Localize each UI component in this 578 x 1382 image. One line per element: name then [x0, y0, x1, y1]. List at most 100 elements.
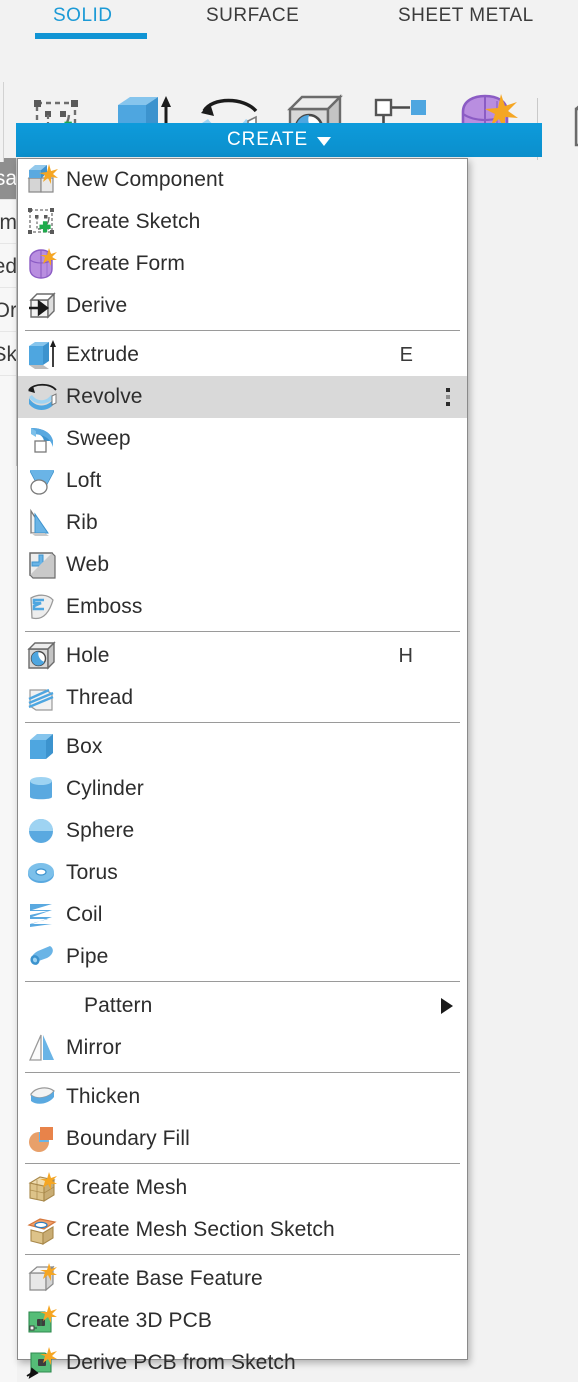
- ribbon-toolbar: [0, 40, 578, 162]
- menu-separator: [25, 1254, 460, 1255]
- menu-item-label: Derive PCB from Sketch: [66, 1351, 296, 1374]
- menu-item-derive-pcb-from-sketch[interactable]: Derive PCB from Sketch: [18, 1342, 467, 1382]
- create-dropdown-menu[interactable]: New Component Create Sketch Create Form Der…: [17, 158, 468, 1379]
- menu-item-label: Create Form: [66, 252, 185, 275]
- create-3d-pcb-icon: [25, 1304, 59, 1338]
- menu-item-torus[interactable]: Torus: [18, 852, 467, 894]
- revolve-icon: [25, 380, 59, 414]
- menu-item-create-base-feature[interactable]: Create Base Feature: [18, 1258, 467, 1300]
- menu-item-pipe[interactable]: Pipe: [18, 936, 467, 978]
- menu-item-label: Create Sketch: [66, 210, 201, 233]
- more-options-icon[interactable]: [446, 388, 450, 406]
- menu-item-emboss[interactable]: Emboss: [18, 586, 467, 628]
- menu-item-label: Thread: [66, 686, 134, 709]
- menu-item-sphere[interactable]: Sphere: [18, 810, 467, 852]
- menu-item-label: Coil: [66, 903, 103, 926]
- browser-row[interactable]: Sk: [0, 334, 16, 376]
- menu-item-label: Hole: [66, 644, 110, 667]
- create-base-feature-icon: [25, 1262, 59, 1296]
- browser-row[interactable]: Or: [0, 290, 16, 332]
- menu-item-hole[interactable]: Hole H: [18, 635, 467, 677]
- web-icon: [25, 548, 59, 582]
- menu-separator: [25, 722, 460, 723]
- partial-cube-icon: [572, 95, 578, 151]
- ribbon-next-panel-button[interactable]: [556, 86, 578, 160]
- menu-item-web[interactable]: Web: [18, 544, 467, 586]
- menu-item-label: Sweep: [66, 427, 131, 450]
- menu-item-label: New Component: [66, 168, 224, 191]
- create-mesh-icon: [25, 1171, 59, 1205]
- menu-item-derive[interactable]: Derive: [18, 285, 467, 327]
- menu-item-cylinder[interactable]: Cylinder: [18, 768, 467, 810]
- derive-icon: [25, 289, 59, 323]
- menu-item-extrude[interactable]: Extrude E: [18, 334, 467, 376]
- hole-icon: [25, 639, 59, 673]
- menu-separator: [25, 1072, 460, 1073]
- ribbon-left-edge: [0, 82, 4, 162]
- menu-item-thread[interactable]: Thread: [18, 677, 467, 719]
- menu-separator: [25, 631, 460, 632]
- menu-item-label: Boundary Fill: [66, 1127, 190, 1150]
- menu-item-boundary-fill[interactable]: Boundary Fill: [18, 1118, 467, 1160]
- menu-item-create-form[interactable]: Create Form: [18, 243, 467, 285]
- menu-item-label: Create Mesh: [66, 1176, 188, 1199]
- menu-item-rib[interactable]: Rib: [18, 502, 467, 544]
- menu-item-label: Emboss: [66, 595, 143, 618]
- menu-item-sweep[interactable]: Sweep: [18, 418, 467, 460]
- browser-row[interactable]: m: [0, 202, 16, 244]
- sweep-icon: [25, 422, 59, 456]
- menu-item-shortcut: H: [398, 644, 413, 667]
- menu-separator: [25, 981, 460, 982]
- menu-item-label: Rib: [66, 511, 98, 534]
- browser-row[interactable]: sa: [0, 158, 16, 200]
- ribbon-tab-surface[interactable]: SURFACE: [206, 5, 299, 27]
- sphere-icon: [25, 814, 59, 848]
- ribbon-tab-sheet-metal[interactable]: SHEET METAL: [398, 5, 534, 27]
- menu-item-new-component[interactable]: New Component: [18, 159, 467, 201]
- menu-item-label: Derive: [66, 294, 128, 317]
- menu-item-box[interactable]: Box: [18, 726, 467, 768]
- menu-item-create-3d-pcb[interactable]: Create 3D PCB: [18, 1300, 467, 1342]
- menu-item-mirror[interactable]: Mirror: [18, 1027, 467, 1069]
- menu-item-label: Create Base Feature: [66, 1267, 263, 1290]
- fusion-create-menu-screen: samedOrSk SOLID SURFACE SHEET METAL: [0, 0, 578, 1382]
- menu-item-label: Sphere: [66, 819, 135, 842]
- extrude-icon: [25, 338, 59, 372]
- torus-icon: [25, 856, 59, 890]
- menu-item-label: Pattern: [84, 994, 153, 1017]
- menu-item-label: Mirror: [66, 1036, 122, 1059]
- ribbon-tab-solid[interactable]: SOLID: [53, 5, 113, 27]
- menu-item-label: Create Mesh Section Sketch: [66, 1218, 335, 1241]
- create-panel-button[interactable]: CREATE: [16, 123, 542, 157]
- menu-item-create-mesh-section-sketch[interactable]: Create Mesh Section Sketch: [18, 1209, 467, 1251]
- menu-item-label: Extrude: [66, 343, 140, 366]
- menu-item-label: Revolve: [66, 385, 143, 408]
- cylinder-icon: [25, 772, 59, 806]
- menu-item-pattern[interactable]: Pattern: [18, 985, 467, 1027]
- active-tab-underline: [35, 33, 147, 39]
- menu-item-loft[interactable]: Loft: [18, 460, 467, 502]
- menu-item-create-sketch[interactable]: Create Sketch: [18, 201, 467, 243]
- loft-icon: [25, 464, 59, 498]
- box-icon: [25, 730, 59, 764]
- menu-item-create-mesh[interactable]: Create Mesh: [18, 1167, 467, 1209]
- submenu-arrow-icon: [441, 998, 453, 1014]
- create-sketch-icon: [25, 205, 59, 239]
- emboss-icon: [25, 590, 59, 624]
- menu-item-label: Box: [66, 735, 103, 758]
- menu-item-coil[interactable]: Coil: [18, 894, 467, 936]
- derive-pcb-from-sketch-icon: [25, 1346, 59, 1380]
- menu-item-shortcut: E: [399, 343, 413, 366]
- create-form-icon: [25, 247, 59, 281]
- pipe-icon: [25, 940, 59, 974]
- menu-item-label: Create 3D PCB: [66, 1309, 213, 1332]
- browser-row[interactable]: ed: [0, 246, 16, 288]
- new-component-icon: [25, 163, 59, 197]
- create-panel-label: CREATE: [226, 129, 309, 150]
- menu-item-label: Torus: [66, 861, 118, 884]
- chevron-down-icon: [317, 137, 332, 146]
- menu-item-label: Thicken: [66, 1085, 141, 1108]
- ribbon-tab-bar: SOLID SURFACE SHEET METAL: [0, 0, 578, 40]
- menu-item-revolve[interactable]: Revolve: [18, 376, 467, 418]
- menu-item-thicken[interactable]: Thicken: [18, 1076, 467, 1118]
